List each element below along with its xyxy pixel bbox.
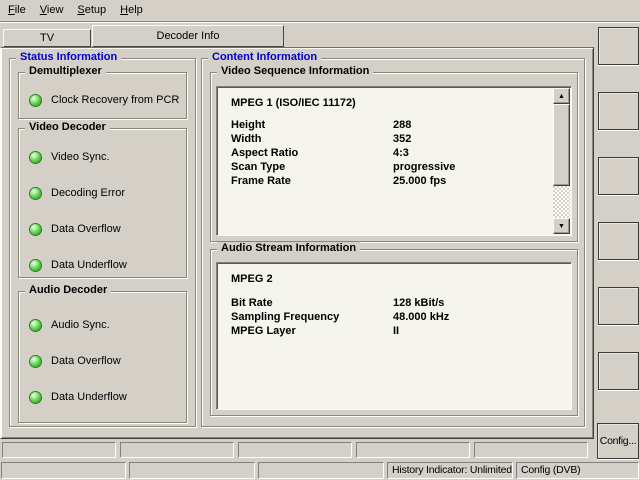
info-row-mpeg-layer: MPEG Layer II — [231, 325, 551, 339]
info-row-bit-rate: Bit Rate 128 kBit/s — [231, 297, 551, 311]
softkey-button-4[interactable] — [598, 222, 639, 260]
vertical-scrollbar[interactable]: ▲ ▼ — [553, 88, 570, 234]
status-led-icon — [29, 223, 42, 236]
content-information-group: Content Information Video Sequence Infor… — [201, 58, 585, 427]
softkey-button-1[interactable] — [598, 27, 639, 65]
audio-stream-information-group: Audio Stream Information MPEG 2 Bit Rate… — [210, 249, 578, 416]
demultiplexer-group: Demultiplexer Clock Recovery from PCR — [18, 72, 187, 119]
info-row-sampling-frequency: Sampling Frequency 48.000 kHz — [231, 311, 551, 325]
status-item-audio-sync: Audio Sync. — [29, 318, 110, 332]
hotkey-slot-1 — [2, 442, 116, 458]
scroll-up-icon: ▲ — [558, 93, 565, 100]
video-decoder-group: Video Decoder Video Sync. Decoding Error… — [18, 128, 187, 278]
status-led-icon — [29, 319, 42, 332]
statusbar-segment-2 — [129, 462, 255, 479]
scrollbar-track[interactable] — [553, 186, 570, 218]
status-led-icon — [29, 391, 42, 404]
scrollbar-down-button[interactable]: ▼ — [553, 218, 570, 234]
hotkey-slot-4 — [356, 442, 470, 458]
hotkey-slot-3 — [238, 442, 352, 458]
hotkey-slot-2 — [120, 442, 234, 458]
menu-help[interactable]: Help — [120, 4, 143, 21]
audio-stream-content: MPEG 2 Bit Rate 128 kBit/s Sampling Freq… — [217, 263, 571, 339]
status-item-label: Video Sync. — [51, 151, 110, 163]
info-row-frame-rate: Frame Rate 25.000 fps — [231, 175, 551, 189]
info-row-scan-type: Scan Type progressive — [231, 161, 551, 175]
menu-file[interactable]: File — [8, 4, 26, 21]
tab-tv[interactable]: TV — [3, 29, 91, 47]
status-item-label: Data Overflow — [51, 355, 121, 367]
menu-view[interactable]: View — [40, 4, 64, 21]
statusbar-segment-3 — [258, 462, 384, 479]
status-bar: History Indicator: Unlimited Config (DVB… — [0, 460, 640, 480]
status-item-label: Clock Recovery from PCR — [51, 94, 179, 106]
status-led-icon — [29, 94, 42, 107]
video-decoder-title: Video Decoder — [25, 121, 110, 133]
scrollbar-up-button[interactable]: ▲ — [553, 88, 570, 104]
scroll-down-icon: ▼ — [558, 223, 565, 230]
audio-decoder-title: Audio Decoder — [25, 284, 111, 296]
menu-setup[interactable]: Setup — [77, 4, 106, 21]
audio-decoder-group: Audio Decoder Audio Sync. Data Overflow … — [18, 291, 187, 423]
status-item-audio-data-underflow: Data Underflow — [29, 390, 127, 404]
status-item-label: Data Underflow — [51, 391, 127, 403]
status-information-group: Status Information Demultiplexer Clock R… — [9, 58, 196, 427]
status-item-decoding-error: Decoding Error — [29, 186, 125, 200]
status-led-icon — [29, 151, 42, 164]
video-sequence-content: MPEG 1 (ISO/IEC 11172) Height 288 Width … — [217, 87, 571, 189]
statusbar-config-mode: Config (DVB) — [516, 462, 639, 479]
status-item-clock-recovery: Clock Recovery from PCR — [29, 93, 179, 107]
status-led-icon — [29, 187, 42, 200]
status-information-title: Status Information — [16, 51, 121, 63]
video-codec-header: MPEG 1 (ISO/IEC 11172) — [231, 97, 551, 111]
video-sequence-information-group: Video Sequence Information MPEG 1 (ISO/I… — [210, 72, 578, 242]
status-led-icon — [29, 355, 42, 368]
content-information-title: Content Information — [208, 51, 321, 63]
application-window: File View Setup Help TV Decoder Info Sta… — [0, 0, 640, 480]
tab-bar: TV Decoder Info — [0, 23, 640, 47]
scrollbar-thumb[interactable] — [553, 104, 570, 186]
softkey-button-3[interactable] — [598, 157, 639, 195]
demultiplexer-title: Demultiplexer — [25, 65, 106, 77]
status-item-video-sync: Video Sync. — [29, 150, 110, 164]
info-row-height: Height 288 — [231, 119, 551, 133]
status-item-audio-data-overflow: Data Overflow — [29, 354, 121, 368]
status-item-video-data-overflow: Data Overflow — [29, 222, 121, 236]
status-item-video-data-underflow: Data Underflow — [29, 258, 127, 272]
softkey-button-6[interactable] — [598, 352, 639, 390]
menu-bar: File View Setup Help — [0, 0, 640, 22]
softkey-button-2[interactable] — [598, 92, 639, 130]
config-button[interactable]: Config... — [597, 423, 639, 459]
info-row-width: Width 352 — [231, 133, 551, 147]
status-item-label: Decoding Error — [51, 187, 125, 199]
statusbar-history-indicator: History Indicator: Unlimited — [387, 462, 513, 479]
status-item-label: Data Underflow — [51, 259, 127, 271]
video-sequence-panel: MPEG 1 (ISO/IEC 11172) Height 288 Width … — [216, 86, 572, 236]
info-row-aspect-ratio: Aspect Ratio 4:3 — [231, 147, 551, 161]
tab-decoder-info[interactable]: Decoder Info — [92, 25, 284, 47]
status-led-icon — [29, 259, 42, 272]
main-panel: Status Information Demultiplexer Clock R… — [0, 47, 594, 439]
softkey-button-5[interactable] — [598, 287, 639, 325]
audio-codec-header: MPEG 2 — [231, 273, 551, 287]
audio-stream-title: Audio Stream Information — [217, 242, 360, 254]
video-sequence-title: Video Sequence Information — [217, 65, 373, 77]
statusbar-segment-1 — [1, 462, 126, 479]
audio-stream-panel: MPEG 2 Bit Rate 128 kBit/s Sampling Freq… — [216, 262, 572, 410]
status-item-label: Audio Sync. — [51, 319, 110, 331]
status-item-label: Data Overflow — [51, 223, 121, 235]
hotkey-slot-5 — [474, 442, 588, 458]
